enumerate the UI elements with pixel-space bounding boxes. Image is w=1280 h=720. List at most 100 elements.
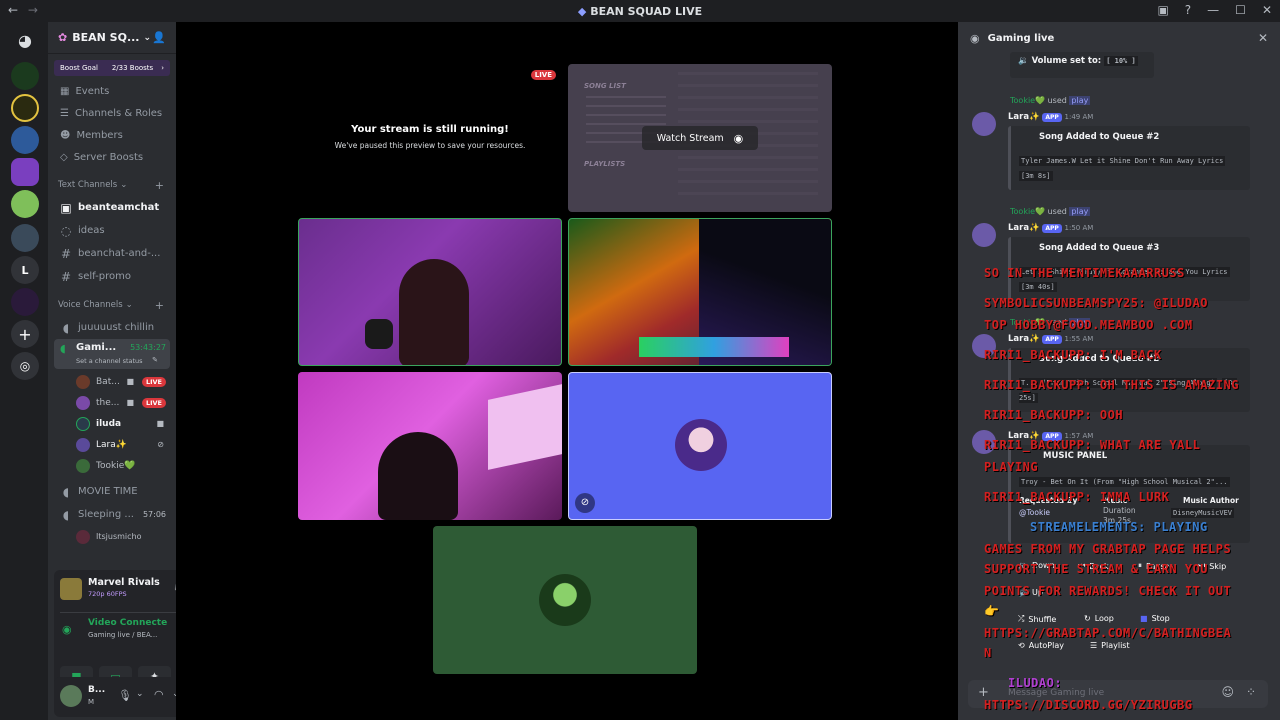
server-icon-bean-squad[interactable] xyxy=(11,158,39,186)
voice-channel-sleeping[interactable]: ◖ Sleeping ... 57:06 xyxy=(48,503,176,526)
music-shuffle-button[interactable]: ⤮ Shuffle xyxy=(1018,614,1056,624)
user-avatar[interactable] xyxy=(60,685,82,707)
preview-song-list-label: SONG LIST xyxy=(584,82,626,90)
voice-user-lara[interactable]: Lara✨ ⊘ xyxy=(48,434,176,455)
server-icon-6[interactable] xyxy=(11,224,39,252)
minimize-icon[interactable]: — xyxy=(1207,3,1219,17)
server-icon-letter[interactable]: L xyxy=(11,256,39,284)
server-icon-1[interactable] xyxy=(11,62,39,90)
voice-user-iluda[interactable]: iluda ■ xyxy=(48,413,176,434)
chat-bubble-icon: ◉ xyxy=(970,31,980,45)
close-chat-icon[interactable]: ✕ xyxy=(1258,31,1268,45)
user-tile-lara[interactable]: ⊘ xyxy=(568,372,832,520)
server-header[interactable]: ✿ BEAN SQ... ⌄ 👤 xyxy=(48,22,176,54)
voice-channel-movie[interactable]: ◖ MOVIE TIME xyxy=(48,480,176,503)
bot-avatar[interactable] xyxy=(972,223,996,247)
pencil-icon[interactable]: ✎ xyxy=(152,356,158,364)
user-tile-tookie[interactable] xyxy=(433,526,697,674)
chat-header: ◉ Gaming live ✕ xyxy=(958,22,1280,54)
overlay-line: SUPPORT THE STREAM & EARN YOU xyxy=(984,562,1209,576)
microphone-icon[interactable]: 🎙 xyxy=(118,689,132,702)
chat-title: Gaming live xyxy=(987,32,1055,44)
message-3-header: Lara✨ APP 1:55 AM xyxy=(1008,334,1094,344)
channel-beanchat[interactable]: # beanchat-and-... xyxy=(48,242,176,265)
avatar xyxy=(76,437,90,452)
add-voice-channel-icon[interactable]: + xyxy=(155,299,164,312)
music-playlist-button[interactable]: ☰ Playlist xyxy=(1090,641,1130,650)
overlay-line: HTTPS://DISCORD.GG/YZIRUGBG xyxy=(984,698,1193,712)
app-badge: APP xyxy=(1042,335,1062,344)
person-silhouette xyxy=(378,432,458,520)
music-stop-button[interactable]: ■ Stop xyxy=(1140,614,1170,623)
queue-embed-1: Song Added to Queue #2 Tyler James.W Let… xyxy=(1008,126,1250,190)
connection-channel[interactable]: Gaming live / BEA... xyxy=(88,631,157,639)
voice-user-1[interactable]: Bat... ■ LIVE xyxy=(48,371,176,392)
preview-playlists-label: PLAYLISTS xyxy=(584,160,626,168)
webcam-tile-1[interactable] xyxy=(298,218,562,366)
command-play[interactable]: play xyxy=(1069,207,1091,216)
voice-channel-gaming[interactable]: ◖ Gami... 53:43:27 Set a channel status … xyxy=(54,339,170,369)
discord-home-icon[interactable]: ◕ xyxy=(11,26,39,54)
command-play[interactable]: play xyxy=(1069,96,1091,105)
server-icon-3[interactable] xyxy=(11,126,39,154)
boost-goal-bar[interactable]: Boost Goal 2/33 Boosts › xyxy=(54,60,170,76)
music-autoplay-button[interactable]: ⟲ AutoPlay xyxy=(1018,641,1064,650)
watch-stream-button[interactable]: Watch Stream ◉ xyxy=(642,126,758,150)
add-server-icon[interactable]: + xyxy=(11,320,39,348)
message-2-reply[interactable]: Tookie💚 used play xyxy=(1010,207,1091,216)
close-window-icon[interactable]: ✕ xyxy=(1262,3,1272,17)
avatar xyxy=(76,374,90,389)
speaker-icon: ◖ xyxy=(62,320,70,335)
menu-channels-roles[interactable]: ☰ Channels & Roles xyxy=(48,102,176,124)
overlay-line: GAMES FROM MY GRABTAP PAGE HELPS xyxy=(984,542,1232,556)
discover-icon[interactable]: ◎ xyxy=(11,352,39,380)
channel-status[interactable]: Set a channel status xyxy=(76,357,143,365)
server-icon-2[interactable] xyxy=(11,94,39,122)
server-name: BEAN SQ... xyxy=(72,31,140,44)
inbox-icon[interactable]: ▣ xyxy=(1157,3,1168,17)
voice-timer: 57:06 xyxy=(142,510,166,519)
user-name[interactable]: B... xyxy=(88,685,105,695)
channel-beanteamchat[interactable]: ▣ beanteamchat xyxy=(48,196,176,219)
headphones-icon[interactable]: ◠ xyxy=(154,688,164,701)
voice-channels-category[interactable]: Voice Channels ⌄ + xyxy=(48,294,176,316)
timestamp: 1:50 AM xyxy=(1064,224,1094,232)
menu-server-boosts[interactable]: ◇ Server Boosts xyxy=(48,146,176,168)
maximize-icon[interactable]: ☐ xyxy=(1235,3,1246,17)
avatar xyxy=(76,395,90,410)
help-icon[interactable]: ? xyxy=(1185,3,1191,17)
channel-self-promo[interactable]: # self-promo xyxy=(48,265,176,288)
voice-user-sleeping[interactable]: Itsjusmicho xyxy=(48,526,176,547)
menu-members[interactable]: ☻ Members xyxy=(48,124,176,146)
avatar xyxy=(76,416,90,431)
message-1-reply[interactable]: Tookie💚 used play xyxy=(1010,96,1091,105)
text-channels-category[interactable]: Text Channels ⌄ + xyxy=(48,174,176,196)
emoji-icon[interactable]: ☺ xyxy=(1221,685,1234,699)
text-channel-icon: ▣ xyxy=(60,200,72,215)
tookie-avatar xyxy=(539,574,591,626)
deafened-icon: ⊘ xyxy=(575,493,595,513)
connection-status[interactable]: Video Connecte xyxy=(88,618,167,628)
app-badge: APP xyxy=(1042,113,1062,122)
invite-people-icon[interactable]: 👤 xyxy=(152,31,166,44)
apps-icon[interactable]: ⁘ xyxy=(1246,685,1256,699)
overlay-line: STREAMELEMENTS: PLAYING xyxy=(1030,520,1208,534)
server-icon-5[interactable] xyxy=(11,190,39,218)
boost-goal-label: Boost Goal xyxy=(60,64,98,72)
voice-user-tookie[interactable]: Tookie💚 xyxy=(48,455,176,476)
voice-channel-name: Gami... xyxy=(76,342,117,353)
add-channel-icon[interactable]: + xyxy=(155,179,164,192)
title-bar: ← → ◆ BEAN SQUAD LIVE ▣ ? — ☐ ✕ xyxy=(0,0,1280,22)
channel-ideas[interactable]: ◌ ideas xyxy=(48,219,176,242)
webcam-tile-2[interactable] xyxy=(298,372,562,520)
voice-channel-chillin[interactable]: ◖ juuuuust chillin xyxy=(48,316,176,339)
stream-preview-tile[interactable]: SONG LIST PLAYLISTS Watch Stream ◉ xyxy=(568,64,832,212)
chevron-down-icon[interactable]: ⌄ xyxy=(136,689,144,699)
menu-events[interactable]: ▦ Events xyxy=(48,80,176,102)
game-stream-tile[interactable] xyxy=(568,218,832,366)
voice-user-2[interactable]: the... ■ LIVE xyxy=(48,392,176,413)
music-loop-button[interactable]: ↻ Loop xyxy=(1084,614,1114,623)
server-icon-8[interactable] xyxy=(11,288,39,316)
voice-timer: 53:43:27 xyxy=(130,343,166,352)
bot-avatar[interactable] xyxy=(972,112,996,136)
